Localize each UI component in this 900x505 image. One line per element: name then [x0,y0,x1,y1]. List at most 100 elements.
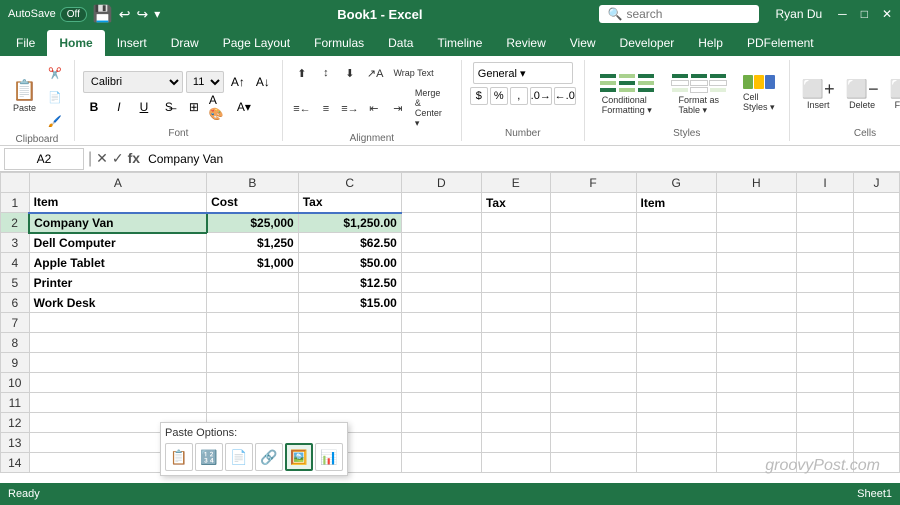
paste-values-button[interactable]: 🔢 [195,443,223,471]
cell-d4[interactable] [401,253,481,273]
wrap-text-button[interactable]: Wrap Text [389,62,437,84]
cell-d3[interactable] [401,233,481,253]
indent-increase-button[interactable]: ⇥ [387,86,409,131]
cell-g2[interactable] [636,213,716,233]
cell-f3[interactable] [550,233,636,253]
cell-a2[interactable]: Company Van [29,213,207,233]
cell-e1[interactable]: Tax [481,193,550,213]
cancel-formula-icon[interactable]: ✕ [96,150,108,167]
cell-h5[interactable] [716,273,796,293]
tab-timeline[interactable]: Timeline [425,30,494,56]
col-header-j[interactable]: J [854,173,900,193]
undo-icon[interactable]: ↩ [119,6,131,23]
tab-developer[interactable]: Developer [608,30,687,56]
cut-button[interactable]: ✂️ [44,62,66,84]
align-center-button[interactable]: ≡ [315,86,337,131]
cell-f6[interactable] [550,293,636,313]
autosave-control[interactable]: AutoSave Off [8,7,87,22]
orientation-button[interactable]: ↗A [363,62,388,84]
redo-icon[interactable]: ↪ [137,6,149,23]
col-header-g[interactable]: G [636,173,716,193]
cell-j4[interactable] [854,253,900,273]
cell-b4[interactable]: $1,000 [207,253,299,273]
cell-i6[interactable] [796,293,853,313]
format-button[interactable]: ⬜⚙ Format [886,69,900,119]
tab-help[interactable]: Help [686,30,735,56]
paste-picture-button[interactable]: 🖼️ [285,443,313,471]
border-button[interactable]: ⊞ [183,96,205,118]
search-input[interactable] [626,7,746,21]
row-header-5[interactable]: 5 [1,273,30,293]
paste-formatting-button[interactable]: 📄 [225,443,253,471]
format-painter-button[interactable]: 🖌️ [44,110,66,132]
tab-view[interactable]: View [558,30,608,56]
col-header-a[interactable]: A [29,173,207,193]
cell-e4[interactable] [481,253,550,273]
cell-f2[interactable] [550,213,636,233]
cell-d1[interactable] [401,193,481,213]
name-box[interactable] [4,148,84,170]
font-name-select[interactable]: Calibri [83,71,183,93]
fill-color-button[interactable]: A🎨 [208,96,230,118]
dollar-button[interactable]: $ [470,87,488,105]
align-right-button[interactable]: ≡→ [339,86,361,131]
close-icon[interactable]: ✕ [882,7,892,21]
increase-decimal-button[interactable]: .0→ [530,87,552,105]
cell-i3[interactable] [796,233,853,253]
cell-b5[interactable] [207,273,299,293]
cell-j1[interactable] [854,193,900,213]
cell-c5[interactable]: $12.50 [298,273,401,293]
tab-draw[interactable]: Draw [159,30,211,56]
cell-h3[interactable] [716,233,796,253]
paste-link-button[interactable]: 🔗 [255,443,283,471]
cell-d5[interactable] [401,273,481,293]
paste-special-button[interactable]: 📊 [315,443,343,471]
cell-d2[interactable] [401,213,481,233]
col-header-d[interactable]: D [401,173,481,193]
bold-button[interactable]: B [83,96,105,118]
cell-e6[interactable] [481,293,550,313]
decrease-font-button[interactable]: A↓ [252,71,274,93]
number-format-select[interactable]: General ▾ [473,62,573,84]
cell-c2[interactable]: $1,250.00 [298,213,401,233]
tab-review[interactable]: Review [494,30,557,56]
cell-b1[interactable]: Cost [207,193,299,213]
cell-a4[interactable]: Apple Tablet [29,253,207,273]
percent-button[interactable]: % [490,87,508,105]
cell-j6[interactable] [854,293,900,313]
row-header-4[interactable]: 4 [1,253,30,273]
tab-page-layout[interactable]: Page Layout [211,30,302,56]
cell-e3[interactable] [481,233,550,253]
tab-home[interactable]: Home [47,30,104,56]
align-bottom-button[interactable]: ⬇ [339,62,361,84]
underline-button[interactable]: U [133,96,155,118]
cell-styles-button[interactable]: CellStyles ▾ [737,64,781,124]
cell-h2[interactable] [716,213,796,233]
tab-pdfelement[interactable]: PDFelement [735,30,826,56]
search-box[interactable]: 🔍 [599,5,759,23]
sheet-tab[interactable]: Sheet1 [857,488,892,500]
row-header-2[interactable]: 2 [1,213,30,233]
comma-button[interactable]: , [510,87,528,105]
cell-h1[interactable] [716,193,796,213]
cell-i4[interactable] [796,253,853,273]
cell-g6[interactable] [636,293,716,313]
merge-center-button[interactable]: Merge & Center ▾ [411,86,453,131]
col-header-f[interactable]: F [550,173,636,193]
delete-button[interactable]: ⬜− Delete [842,69,883,119]
cell-a5[interactable]: Printer [29,273,207,293]
cell-g3[interactable] [636,233,716,253]
col-header-h[interactable]: H [716,173,796,193]
tab-data[interactable]: Data [376,30,425,56]
cell-c1[interactable]: Tax [298,193,401,213]
corner-cell[interactable] [1,173,30,193]
tab-formulas[interactable]: Formulas [302,30,376,56]
font-color-button[interactable]: A▾ [233,96,255,118]
col-header-b[interactable]: B [207,173,299,193]
row-header-1[interactable]: 1 [1,193,30,213]
col-header-c[interactable]: C [298,173,401,193]
align-top-button[interactable]: ⬆ [291,62,313,84]
cell-a1[interactable]: Item [29,193,207,213]
tab-insert[interactable]: Insert [105,30,159,56]
cell-h4[interactable] [716,253,796,273]
